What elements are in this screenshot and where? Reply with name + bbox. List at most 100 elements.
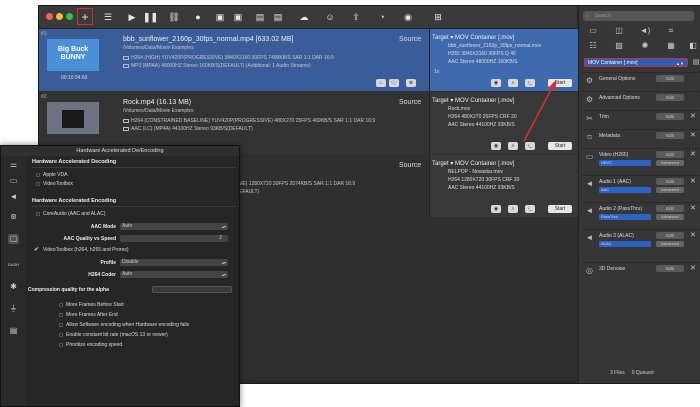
minimize-window-button[interactable] <box>56 13 63 20</box>
option-general[interactable]: ⚙ General Options Edit <box>581 72 699 91</box>
edit-button[interactable]: Edit <box>656 178 684 185</box>
grid-icon[interactable]: ⊞ <box>431 10 445 24</box>
edit-button[interactable]: Edit <box>656 232 684 239</box>
option-metadata[interactable]: ⌑ Metadata Edit ✕ <box>581 129 699 148</box>
gauge-icon[interactable]: ◔ <box>375 10 389 24</box>
codec-select[interactable]: PassThru <box>599 214 651 220</box>
edit-button[interactable]: Edit <box>656 205 684 212</box>
option-denoise[interactable]: ◎ 3D Denoise Edit ✕ <box>581 262 699 281</box>
crop-icon[interactable]: ⌗ <box>665 26 677 35</box>
terminal-icon[interactable]: ›_ <box>525 205 535 213</box>
document-icon[interactable]: ▤ <box>8 326 19 336</box>
save-preset-icon[interactable]: ▤ <box>690 58 700 67</box>
image-icon[interactable]: ▣ <box>213 10 227 24</box>
dash-icon[interactable]: DASH <box>8 260 19 270</box>
job-row-1[interactable]: #1 Big Buck BUNNY 00:10:34.60 bbb_sunflo… <box>39 29 578 91</box>
close-icon[interactable]: ✕ <box>690 231 696 239</box>
person-icon[interactable]: ☺ <box>323 10 337 24</box>
search-field[interactable]: ⌕ Search <box>583 11 694 21</box>
pause-icon[interactable]: ❚❚ <box>143 10 158 24</box>
search-icon[interactable]: ⌕ <box>508 142 518 150</box>
video-camera-icon[interactable]: ▭ <box>8 176 19 186</box>
videotoolbox-decode-checkbox[interactable] <box>36 182 40 186</box>
tune-icon[interactable]: ⚌ <box>8 160 19 170</box>
option-audio-2[interactable]: ◄ Audio 2 (PassThru) Edit ✕ PassThru Adv… <box>581 202 699 225</box>
job-action-icon[interactable]: ⌂ <box>376 79 386 87</box>
advanced-button[interactable]: Advanced <box>656 241 684 247</box>
edit-button[interactable]: Edit <box>656 75 684 82</box>
prioritize-speed-checkbox[interactable] <box>59 343 63 347</box>
search-icon[interactable]: ⌕ <box>508 79 518 87</box>
container-select[interactable]: MOV Container [.mov] ▲▼ <box>584 58 688 67</box>
target-panel-1[interactable]: Target ▾ MOV Container [.mov] bbb_sunflo… <box>429 29 578 91</box>
edit-button[interactable]: Edit <box>656 151 684 158</box>
option-audio-3[interactable]: ◄ Audio 3 (ALAC) Edit ✕ ALAC Advanced <box>581 229 699 252</box>
terminal-icon[interactable]: ›_ <box>525 79 535 87</box>
text-settings-icon[interactable]: ☷ <box>587 41 599 50</box>
brightness-icon[interactable]: ✺ <box>639 41 651 50</box>
cloud-icon[interactable]: ☁ <box>297 10 311 24</box>
aac-quality-stepper[interactable]: 2 <box>120 235 228 242</box>
image-settings-icon[interactable]: ▧ <box>613 41 625 50</box>
zoom-window-button[interactable] <box>66 13 73 20</box>
screen-icon[interactable]: ▭ <box>587 26 599 35</box>
eye-icon[interactable]: ◉ <box>401 10 415 24</box>
option-audio-1[interactable]: ◄ Audio 1 (AAC) Edit ✕ AAC Advanced <box>581 175 699 198</box>
option-trim[interactable]: ✂ Trim Edit ✕ <box>581 110 699 129</box>
edit-button[interactable]: Edit <box>656 132 684 139</box>
network-icon[interactable]: ⊛ <box>8 212 19 222</box>
codec-select[interactable]: ALAC <box>599 241 651 247</box>
advanced-button[interactable]: Advanced <box>656 214 684 220</box>
profile-select[interactable]: Disable ▴▾ <box>120 259 228 266</box>
preview-eye-icon[interactable]: ◉ <box>491 142 501 150</box>
job-remove-icon[interactable]: ⊗ <box>406 79 416 87</box>
speaker-icon[interactable]: ◄) <box>639 26 651 35</box>
close-icon[interactable]: ✕ <box>690 204 696 212</box>
coreaudio-checkbox[interactable] <box>36 212 40 216</box>
play-icon[interactable]: ▶ <box>125 10 139 24</box>
tv-icon[interactable]: ◫ <box>613 26 625 35</box>
codec-select[interactable]: HEVC <box>599 160 651 166</box>
preview-eye-icon[interactable]: ◉ <box>491 79 501 87</box>
start-button[interactable]: Start <box>548 79 572 87</box>
option-video[interactable]: ▭ Video (H265) Edit ✕ HEVC Advanced <box>581 148 699 171</box>
edit-button[interactable]: Edit <box>656 113 684 120</box>
menu-icon[interactable]: ☰ <box>101 10 115 24</box>
close-icon[interactable]: ✕ <box>690 264 696 272</box>
checkmark-icon[interactable]: ✔ <box>34 246 39 253</box>
advanced-button[interactable]: Advanced <box>656 187 684 193</box>
codec-select[interactable]: AAC <box>599 187 651 193</box>
alpha-quality-field[interactable] <box>152 286 232 293</box>
close-icon[interactable]: ✕ <box>690 150 696 158</box>
chip-icon[interactable]: ▢ <box>8 234 19 244</box>
close-icon[interactable]: ✕ <box>690 131 696 139</box>
more-before-checkbox[interactable] <box>59 303 63 307</box>
image-icon[interactable]: ▣ <box>231 10 245 24</box>
link-icon[interactable]: ⛓ <box>167 10 181 24</box>
text-icon[interactable]: ▤ <box>271 10 285 24</box>
start-button[interactable]: Start <box>548 205 572 213</box>
edit-button[interactable]: Edit <box>656 265 684 272</box>
option-advanced[interactable]: ⚙ Advanced Options Edit <box>581 91 699 110</box>
film-icon[interactable]: ▦ <box>665 41 677 50</box>
preview-eye-icon[interactable]: ◉ <box>491 205 501 213</box>
close-window-button[interactable] <box>46 13 53 20</box>
terminal-icon[interactable]: ›_ <box>525 142 535 150</box>
aac-mode-select[interactable]: Auto ▴▾ <box>120 223 228 230</box>
more-after-checkbox[interactable] <box>59 313 63 317</box>
close-icon[interactable]: ✕ <box>690 112 696 120</box>
target-panel-3[interactable]: Target ▾ MOV Container [.mov] BELPOP - N… <box>429 155 578 217</box>
circle-icon[interactable]: ● <box>191 10 205 24</box>
allow-software-checkbox[interactable] <box>59 323 63 327</box>
search-icon[interactable]: ⌕ <box>508 205 518 213</box>
start-button[interactable]: Start <box>548 142 572 150</box>
target-panel-2[interactable]: Target ▾ MOV Container [.mov] Rock.mov H… <box>429 92 578 154</box>
text-icon[interactable]: ▤ <box>253 10 267 24</box>
apple-vda-checkbox[interactable] <box>36 173 40 177</box>
aperture-icon[interactable]: ✱ <box>8 282 19 292</box>
edit-button[interactable]: Edit <box>656 94 684 101</box>
filter-icon[interactable]: ⏚ <box>8 304 19 314</box>
advanced-button[interactable]: Advanced <box>656 160 684 166</box>
job-info-icon[interactable]: ⓘ <box>389 79 399 87</box>
more-icon[interactable]: ◧ <box>687 41 699 50</box>
